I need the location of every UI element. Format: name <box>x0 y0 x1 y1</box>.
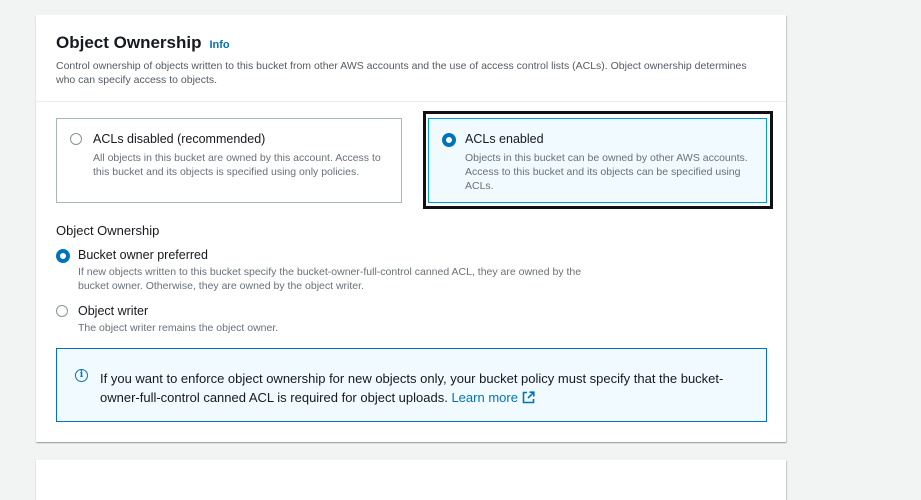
tile-description: All objects in this bucket are owned by … <box>93 152 381 178</box>
learn-more-link[interactable]: Learn more <box>451 390 535 405</box>
tile-label: ACLs disabled (recommended) <box>93 132 266 146</box>
learn-more-label: Learn more <box>451 390 518 405</box>
section-title: Object Ownership <box>56 33 202 52</box>
object-writer-option[interactable]: Object writer The object writer remains … <box>56 304 616 336</box>
info-link[interactable]: Info <box>209 39 229 51</box>
object-ownership-panel: Object Ownership Info Control ownership o… <box>36 15 786 442</box>
alert-message: If you want to enforce object ownership … <box>100 369 740 409</box>
acls-disabled-radio[interactable] <box>70 133 82 145</box>
tile-description: Objects in this bucket can be owned by o… <box>465 152 748 192</box>
acls-enabled-radio[interactable] <box>442 133 456 147</box>
panel-header: Object Ownership Info Control ownership o… <box>56 33 766 87</box>
external-link-icon <box>522 390 535 409</box>
bucket-owner-preferred-option[interactable]: Bucket owner preferred If new objects wr… <box>56 248 616 293</box>
object-ownership-label: Object Ownership <box>56 223 160 238</box>
option-description: The object writer remains the object own… <box>78 322 279 334</box>
acls-enabled-tile[interactable]: ACLs enabled Objects in this bucket can … <box>428 118 767 203</box>
next-panel <box>36 460 786 500</box>
bucket-owner-preferred-radio[interactable] <box>56 249 70 263</box>
acls-disabled-tile[interactable]: ACLs disabled (recommended) All objects … <box>56 118 402 203</box>
info-alert: i If you want to enforce object ownershi… <box>56 348 767 422</box>
info-icon: i <box>75 369 88 382</box>
option-label: Object writer <box>78 304 149 318</box>
tile-label: ACLs enabled <box>465 132 544 146</box>
alert-text: If you want to enforce object ownership … <box>100 371 724 405</box>
section-description: Control ownership of objects written to … <box>56 60 747 86</box>
header-divider <box>36 101 786 102</box>
object-writer-radio[interactable] <box>56 305 68 317</box>
option-label: Bucket owner preferred <box>78 248 208 262</box>
option-description: If new objects written to this bucket sp… <box>78 266 582 292</box>
